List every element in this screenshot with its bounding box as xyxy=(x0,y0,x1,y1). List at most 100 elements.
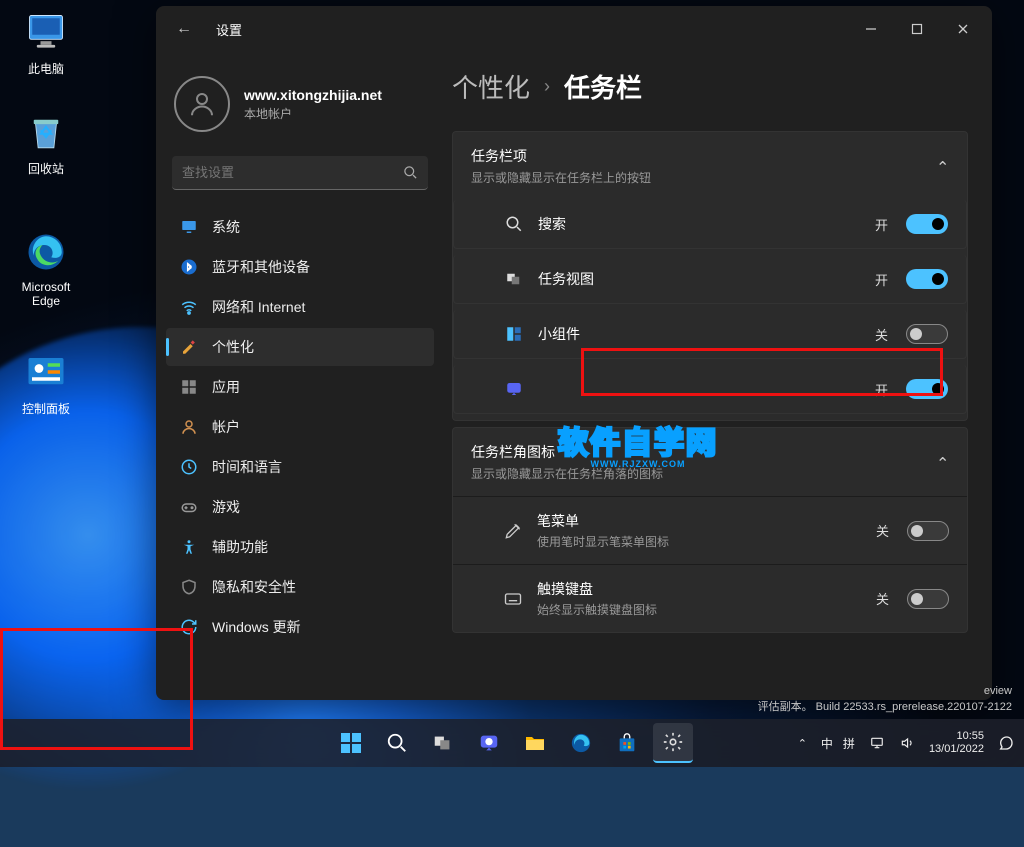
chevron-up-icon: ⌄ xyxy=(936,452,949,472)
row-label: 搜索 xyxy=(538,214,566,234)
search-icon xyxy=(504,214,524,234)
sidebar-item-label: 帐户 xyxy=(212,417,240,437)
section-corner-icons: 任务栏角图标 显示或隐藏显示在任务栏角落的图标 ⌄ 笔菜单使用笔时显示笔菜单图标… xyxy=(452,427,968,633)
toggle-state: 开 xyxy=(875,215,888,234)
section-title: 任务栏项 xyxy=(471,146,651,166)
sidebar-item-label: 应用 xyxy=(212,377,240,397)
sidebar-item-apps[interactable]: 应用 xyxy=(166,368,434,406)
sidebar-item-label: 辅助功能 xyxy=(212,537,268,557)
accounts-icon xyxy=(180,418,198,436)
recycle-bin-icon xyxy=(24,110,68,154)
nav: 系统蓝牙和其他设备网络和 Internet 个性化应用帐户时间和语言游戏辅助功能隐… xyxy=(166,208,434,646)
sidebar-item-bluetooth[interactable]: 蓝牙和其他设备 xyxy=(166,248,434,286)
avatar-icon xyxy=(174,76,230,132)
privacy-icon xyxy=(180,578,198,596)
sidebar-item-label: Windows 更新 xyxy=(212,617,301,637)
titlebar[interactable]: ← 设置 xyxy=(156,6,992,52)
taskbar[interactable]: ⌃ 中拼 10:5513/01/2022 xyxy=(0,719,1024,767)
desktop-icon-label: 回收站 xyxy=(8,160,84,177)
row-sublabel: 始终显示触摸键盘图标 xyxy=(537,601,657,618)
chat-taskbar[interactable] xyxy=(469,723,509,763)
taskview-icon xyxy=(504,269,524,289)
search-taskbar[interactable] xyxy=(377,723,417,763)
network-tray-icon[interactable] xyxy=(869,736,885,750)
taskview-taskbar[interactable] xyxy=(423,723,463,763)
back-button[interactable]: ← xyxy=(170,15,198,43)
tray-chevron-icon[interactable]: ⌃ xyxy=(798,737,807,750)
update-icon xyxy=(180,618,198,636)
start-button[interactable] xyxy=(331,723,371,763)
setting-row-chat: 开 xyxy=(453,365,967,414)
desktop-icon-label: 此电脑 xyxy=(8,60,84,77)
section-title: 任务栏角图标 xyxy=(471,442,663,462)
settings-taskbar[interactable] xyxy=(653,723,693,763)
sidebar-item-label: 网络和 Internet xyxy=(212,297,305,317)
sidebar-item-system[interactable]: 系统 xyxy=(166,208,434,246)
sidebar-item-time[interactable]: 时间和语言 xyxy=(166,448,434,486)
desktop-icon-recycle-bin[interactable]: 回收站 xyxy=(8,110,84,177)
close-button[interactable] xyxy=(940,9,986,49)
toggle-chat[interactable] xyxy=(906,379,948,399)
section-subtitle: 显示或隐藏显示在任务栏上的按钮 xyxy=(471,169,651,186)
ime-lang[interactable]: 中 xyxy=(821,735,833,752)
system-icon xyxy=(180,218,198,236)
edge-icon xyxy=(24,230,68,274)
desktop-icon-label: 控制面板 xyxy=(8,400,84,417)
row-sublabel: 使用笔时显示笔菜单图标 xyxy=(537,533,669,550)
toggle-state: 关 xyxy=(876,589,889,608)
touchkbd-icon xyxy=(503,589,523,609)
time-icon xyxy=(180,458,198,476)
ime-mode[interactable]: 拼 xyxy=(843,735,855,752)
desktop-icon-this-pc[interactable]: 此电脑 xyxy=(8,10,84,77)
sidebar-item-gaming[interactable]: 游戏 xyxy=(166,488,434,526)
search-input[interactable] xyxy=(182,165,403,180)
toggle-widgets[interactable] xyxy=(906,324,948,344)
toggle-state: 开 xyxy=(875,270,888,289)
sidebar-item-label: 游戏 xyxy=(212,497,240,517)
sidebar-item-accounts[interactable]: 帐户 xyxy=(166,408,434,446)
volume-tray-icon[interactable] xyxy=(899,736,915,750)
toggle-search[interactable] xyxy=(906,214,948,234)
clock[interactable]: 10:5513/01/2022 xyxy=(929,730,984,756)
sidebar-item-network[interactable]: 网络和 Internet xyxy=(166,288,434,326)
apps-icon xyxy=(180,378,198,396)
personalize-icon xyxy=(180,338,198,356)
toggle-touchkbd[interactable] xyxy=(907,589,949,609)
settings-window: ← 设置 www.xitongzhijia.net 本地帐户 系统蓝牙和其他设备… xyxy=(156,6,992,700)
system-tray[interactable]: ⌃ 中拼 10:5513/01/2022 xyxy=(798,730,1024,756)
desktop-icon-control-panel[interactable]: 控制面板 xyxy=(8,350,84,417)
user-block[interactable]: www.xitongzhijia.net 本地帐户 xyxy=(166,68,434,156)
sidebar-item-update[interactable]: Windows 更新 xyxy=(166,608,434,646)
chat-icon xyxy=(504,379,524,399)
network-icon xyxy=(180,298,198,316)
section-header[interactable]: 任务栏角图标 显示或隐藏显示在任务栏角落的图标 ⌄ xyxy=(453,428,967,496)
row-label: 任务视图 xyxy=(538,269,594,289)
sidebar-item-label: 隐私和安全性 xyxy=(212,577,296,597)
section-header[interactable]: 任务栏项 显示或隐藏显示在任务栏上的按钮 ⌄ xyxy=(453,132,967,200)
breadcrumb-parent[interactable]: 个性化 xyxy=(452,68,530,105)
toggle-state: 关 xyxy=(876,521,889,540)
maximize-button[interactable] xyxy=(894,9,940,49)
notifications-tray-icon[interactable] xyxy=(998,735,1014,751)
sidebar-item-accessibility[interactable]: 辅助功能 xyxy=(166,528,434,566)
edge-taskbar[interactable] xyxy=(561,723,601,763)
desktop-icon-edge[interactable]: Microsoft Edge xyxy=(8,230,84,308)
search-icon xyxy=(403,165,418,180)
sidebar-item-personalize[interactable]: 个性化 xyxy=(166,328,434,366)
sidebar-item-label: 个性化 xyxy=(212,337,254,357)
desktop-icon-label: Microsoft Edge xyxy=(8,280,84,308)
setting-row-search: 搜索 开 xyxy=(453,200,967,249)
store-taskbar[interactable] xyxy=(607,723,647,763)
chevron-right-icon: › xyxy=(544,76,550,97)
monitor-icon xyxy=(24,10,68,54)
minimize-button[interactable] xyxy=(848,9,894,49)
search-box[interactable] xyxy=(172,156,428,190)
sidebar-item-privacy[interactable]: 隐私和安全性 xyxy=(166,568,434,606)
sidebar-item-label: 蓝牙和其他设备 xyxy=(212,257,310,277)
widgets-icon xyxy=(504,324,524,344)
explorer-taskbar[interactable] xyxy=(515,723,555,763)
taskbar-center xyxy=(331,723,693,763)
toggle-pen[interactable] xyxy=(907,521,949,541)
toggle-taskview[interactable] xyxy=(906,269,948,289)
pen-icon xyxy=(503,521,523,541)
